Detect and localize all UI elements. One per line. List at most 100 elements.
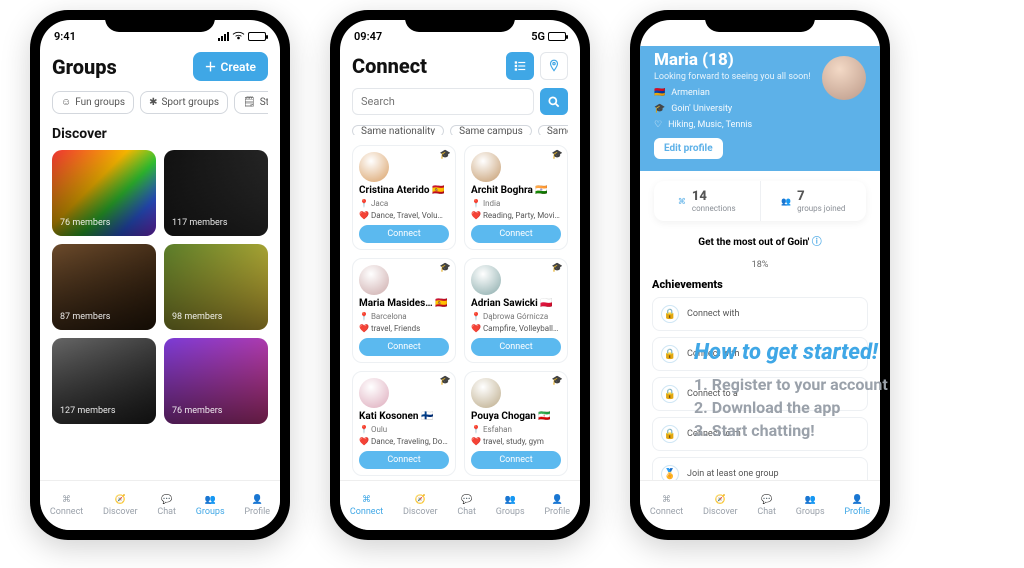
person-location: 📍 Jaca bbox=[359, 199, 388, 208]
connect-button[interactable]: Connect bbox=[471, 451, 561, 469]
tab-icon: 🧭 bbox=[415, 495, 426, 505]
person-name: Pouya Chogan 🇮🇷 bbox=[471, 411, 551, 422]
filter-chip[interactable]: Same campus bbox=[450, 125, 532, 135]
grad-cap-icon: 🎓 bbox=[440, 263, 451, 273]
group-card[interactable]: Art76 members bbox=[164, 338, 268, 424]
get-most-heading: Get the most out of Goin' ⓘ bbox=[652, 233, 868, 248]
achievement-item[interactable]: 🔒Connect with bbox=[652, 297, 868, 331]
stat-groups[interactable]: 👥 7groups joined bbox=[760, 181, 867, 221]
person-card[interactable]: 🎓Kati Kosonen 🇫🇮📍 Oulu❤️ Dance, Travelin… bbox=[352, 371, 456, 476]
grad-cap-icon: 🎓 bbox=[552, 376, 563, 386]
group-icon: 👥 bbox=[781, 197, 791, 206]
filter-chip[interactable]: Same study bbox=[538, 125, 568, 135]
tab-discover[interactable]: 🧭Discover bbox=[403, 495, 438, 517]
tab-icon: 💬 bbox=[461, 495, 472, 505]
tab-bar: ⌘Connect 🧭Discover 💬Chat 👥Groups 👤Profile bbox=[40, 480, 280, 530]
signal-icon bbox=[218, 32, 229, 41]
tab-profile[interactable]: 👤Profile bbox=[544, 495, 570, 517]
avatar bbox=[359, 152, 389, 182]
connect-button[interactable]: Connect bbox=[471, 225, 561, 243]
filter-chip-study[interactable]: 🗒 Study g bbox=[234, 91, 268, 114]
tab-discover[interactable]: 🧭Discover bbox=[703, 495, 738, 517]
wifi-icon bbox=[232, 31, 245, 41]
list-view-toggle[interactable] bbox=[506, 52, 534, 80]
howto-step: 2. Download the app bbox=[694, 398, 994, 417]
avatar bbox=[471, 265, 501, 295]
edit-profile-button[interactable]: Edit profile bbox=[654, 138, 723, 159]
group-card[interactable]: Housing group127 members bbox=[52, 338, 156, 424]
howto-step: 1. Register to your account bbox=[694, 375, 994, 394]
person-tags: ❤️ Dance, Travel, Volu… bbox=[359, 211, 449, 220]
tab-chat[interactable]: 💬Chat bbox=[157, 495, 176, 517]
info-icon[interactable]: ⓘ bbox=[812, 237, 822, 248]
howto-panel: How to get started! 1. Register to your … bbox=[694, 340, 994, 444]
create-button[interactable]: ＋ Create bbox=[193, 52, 268, 81]
group-card[interactable]: Food lovers98 members bbox=[164, 244, 268, 330]
page-title: Groups bbox=[52, 55, 117, 79]
group-card[interactable]: LGBTQ+ group76 members bbox=[52, 150, 156, 236]
tab-icon: 👥 bbox=[805, 495, 816, 505]
profile-header: Maria (18) Looking forward to seeing you… bbox=[640, 46, 880, 171]
tab-groups[interactable]: 👥Groups bbox=[496, 495, 525, 517]
search-button[interactable] bbox=[540, 88, 568, 115]
person-card[interactable]: 🎓Adrian Sawicki 🇵🇱📍 Dąbrowa Górnicza❤️ C… bbox=[464, 258, 568, 363]
tab-connect[interactable]: ⌘Connect bbox=[50, 495, 83, 517]
person-tags: ❤️ Campfire, Volleyball… bbox=[471, 324, 561, 333]
lock-icon: 🔒 bbox=[661, 425, 679, 443]
connect-button[interactable]: Connect bbox=[359, 338, 449, 356]
status-time: 9:41 bbox=[54, 30, 76, 43]
tab-chat[interactable]: 💬Chat bbox=[457, 495, 476, 517]
filter-chip[interactable]: Same nationality bbox=[352, 125, 444, 135]
tab-icon: 👤 bbox=[552, 495, 563, 505]
group-card[interactable]: Fitness117 members bbox=[164, 150, 268, 236]
filter-chip-sport[interactable]: ✱ Sport groups bbox=[140, 91, 228, 114]
tab-bar: ⌘Connect 🧭Discover 💬Chat 👥Groups 👤Profile bbox=[340, 480, 580, 530]
achievements-heading: Achievements bbox=[652, 278, 868, 291]
person-card[interactable]: 🎓Cristina Aterido 🇪🇸📍 Jaca❤️ Dance, Trav… bbox=[352, 145, 456, 250]
tab-groups[interactable]: 👥Groups bbox=[196, 495, 225, 517]
howto-step: 3. Start chatting! bbox=[694, 421, 994, 440]
phone-groups: 9:41 Groups ＋ Create ☺ Fun groups ✱ Spor… bbox=[30, 10, 290, 540]
stat-connections[interactable]: ⌘ 14connections bbox=[654, 181, 760, 221]
flag-icon: 🇦🇲 bbox=[654, 88, 665, 98]
person-location: 📍 Dąbrowa Górnicza bbox=[471, 312, 548, 321]
lock-icon: 🔒 bbox=[661, 385, 679, 403]
connect-button[interactable]: Connect bbox=[359, 451, 449, 469]
filter-chip-fun[interactable]: ☺ Fun groups bbox=[52, 91, 134, 114]
person-card[interactable]: 🎓Archit Boghra 🇮🇳📍 India❤️ Reading, Part… bbox=[464, 145, 568, 250]
profile-tagline: Looking forward to seeing you all soon! bbox=[654, 72, 866, 82]
plus-icon: ＋ bbox=[205, 58, 217, 75]
tab-groups[interactable]: 👥Groups bbox=[796, 495, 825, 517]
map-view-toggle[interactable] bbox=[540, 52, 568, 80]
tab-connect[interactable]: ⌘Connect bbox=[350, 495, 383, 517]
person-card[interactable]: 🎓Maria Masides… 🇪🇸📍 Barcelona❤️ travel, … bbox=[352, 258, 456, 363]
page-title: Connect bbox=[352, 54, 427, 78]
connect-button[interactable]: Connect bbox=[471, 338, 561, 356]
status-time: 09:47 bbox=[354, 30, 382, 43]
tab-profile[interactable]: 👤Profile bbox=[244, 495, 270, 517]
person-name: Maria Masides… 🇪🇸 bbox=[359, 298, 448, 309]
flag-icon: 🇮🇳 bbox=[535, 185, 547, 196]
avatar bbox=[359, 265, 389, 295]
person-name: Adrian Sawicki 🇵🇱 bbox=[471, 298, 553, 309]
flag-icon: 🇪🇸 bbox=[432, 185, 444, 196]
person-card[interactable]: 🎓Pouya Chogan 🇮🇷📍 Esfahan❤️ travel, stud… bbox=[464, 371, 568, 476]
achievement-item[interactable]: 🏅Join at least one group bbox=[652, 457, 868, 480]
tab-connect[interactable]: ⌘Connect bbox=[650, 495, 683, 517]
tab-icon: 💬 bbox=[161, 495, 172, 505]
badge-icon: 🏅 bbox=[661, 465, 679, 480]
tab-chat[interactable]: 💬Chat bbox=[757, 495, 776, 517]
progress-percent: 18% bbox=[652, 260, 868, 270]
connect-button[interactable]: Connect bbox=[359, 225, 449, 243]
tab-profile[interactable]: 👤Profile bbox=[844, 495, 870, 517]
tab-icon: 👤 bbox=[252, 495, 263, 505]
tab-discover[interactable]: 🧭Discover bbox=[103, 495, 138, 517]
network-label: 5G bbox=[531, 30, 545, 43]
tab-icon: 🧭 bbox=[715, 495, 726, 505]
heart-icon: ♡ bbox=[654, 120, 662, 130]
flag-icon: 🇮🇷 bbox=[538, 411, 550, 422]
search-input[interactable] bbox=[352, 88, 534, 115]
group-card[interactable]: Book club87 members bbox=[52, 244, 156, 330]
stats-card: ⌘ 14connections 👥 7groups joined bbox=[654, 181, 866, 221]
flag-icon: 🇫🇮 bbox=[421, 411, 433, 422]
